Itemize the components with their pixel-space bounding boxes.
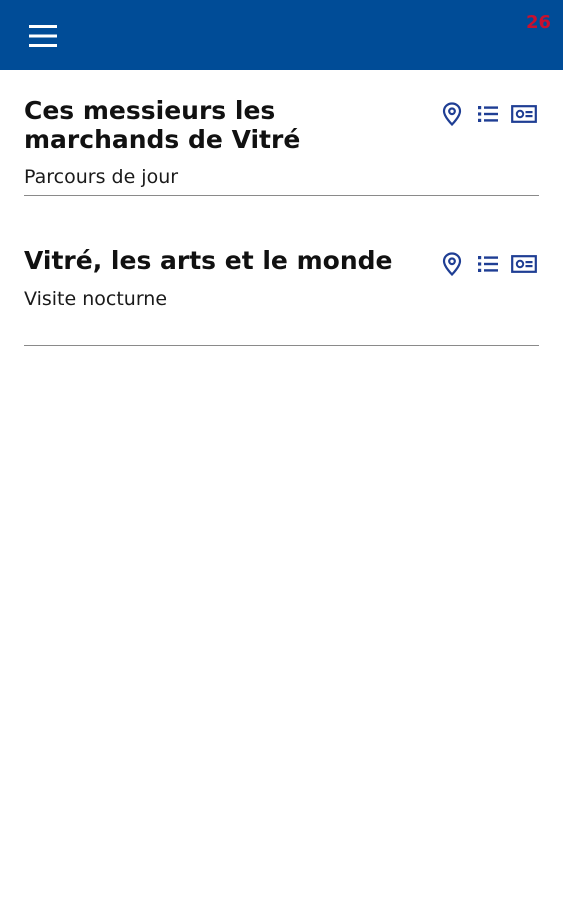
id-card-icon xyxy=(511,105,537,123)
map-pin-icon xyxy=(442,252,462,276)
info-card-button[interactable] xyxy=(509,250,539,278)
item-counter: 26 xyxy=(525,12,551,33)
tour-item[interactable]: Ces messieurs les marchands de Vitré Par… xyxy=(24,96,539,196)
app-screen: 26 Ces messieurs les marchands de Vitré … xyxy=(0,0,563,900)
list-icon xyxy=(478,106,498,122)
tour-actions xyxy=(437,100,539,128)
hamburger-menu-icon xyxy=(29,25,57,47)
tour-title: Ces messieurs les marchands de Vitré xyxy=(24,96,301,154)
list-icon xyxy=(478,256,498,272)
id-card-icon xyxy=(511,255,537,273)
top-app-bar: 26 xyxy=(0,0,563,70)
map-pin-icon xyxy=(442,102,462,126)
tour-title: Vitré, les arts et le monde xyxy=(24,246,393,275)
menu-button[interactable] xyxy=(24,20,62,52)
list-button[interactable] xyxy=(473,100,503,128)
info-card-button[interactable] xyxy=(509,100,539,128)
map-button[interactable] xyxy=(437,250,467,278)
tour-item[interactable]: Vitré, les arts et le monde Visite noctu… xyxy=(24,246,539,346)
map-button[interactable] xyxy=(437,100,467,128)
tour-actions xyxy=(437,250,539,278)
tour-subtitle: Parcours de jour xyxy=(24,166,179,188)
tour-subtitle: Visite nocturne xyxy=(24,288,168,310)
list-button[interactable] xyxy=(473,250,503,278)
